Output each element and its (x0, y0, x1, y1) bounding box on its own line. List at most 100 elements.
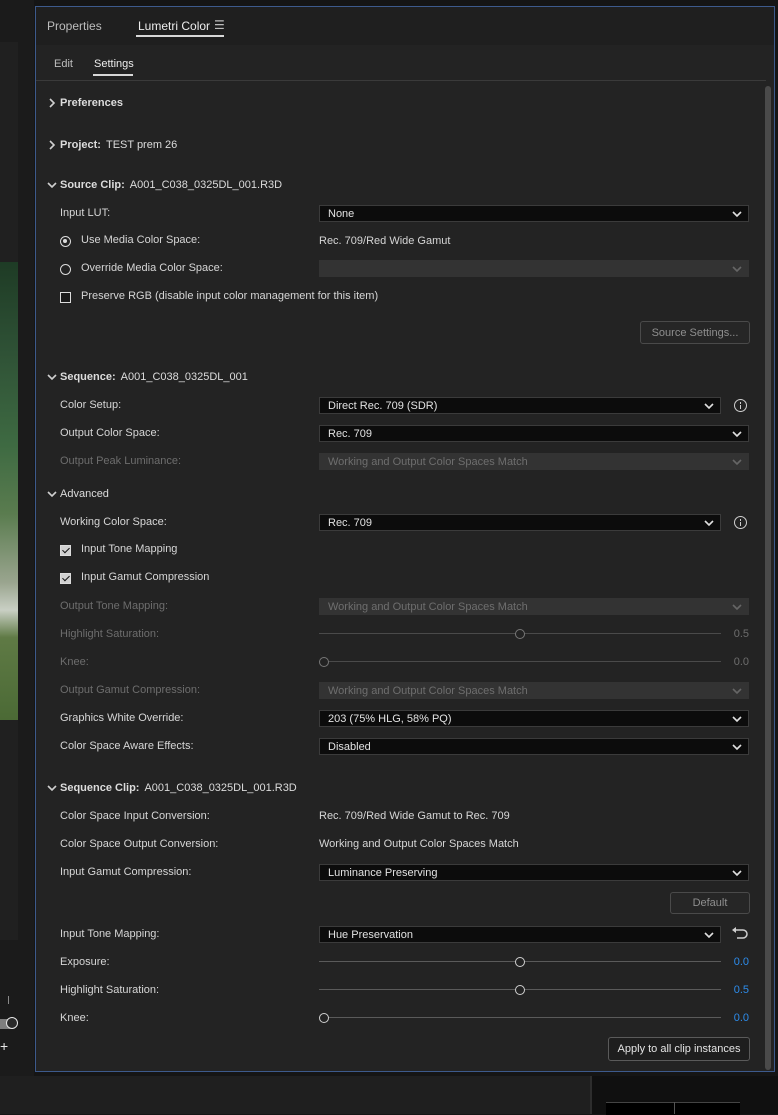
chevron-down-icon (732, 716, 742, 723)
exposure-label: Exposure: (60, 956, 110, 968)
clip-highlight-saturation-slider[interactable] (319, 984, 721, 996)
use-media-color-space-label: Use Media Color Space: (81, 234, 201, 246)
chevron-down-icon (732, 688, 742, 695)
chevron-down-icon (732, 744, 742, 751)
slider-track (319, 661, 721, 662)
adv-knee-label: Knee: (60, 656, 89, 668)
color-space-output-conversion-label: Color Space Output Conversion: (60, 838, 219, 850)
clip-input-gamut-compression-dropdown[interactable]: Luminance Preserving (319, 864, 749, 881)
subtab-settings[interactable]: Settings (94, 58, 134, 70)
dropdown-value: Rec. 709 (328, 516, 373, 529)
dropdown-value: Rec. 709 (328, 427, 373, 440)
adv-highlight-saturation-label: Highlight Saturation: (60, 628, 160, 640)
clip-input-tone-mapping-label: Input Tone Mapping: (60, 928, 160, 940)
input-lut-label: Input LUT: (60, 207, 111, 219)
section-source-clip[interactable]: Source Clip: A001_C038_0325DL_001.R3D (46, 179, 282, 191)
input-tone-mapping-checkbox[interactable] (60, 545, 71, 556)
chevron-down-icon (704, 520, 714, 527)
apply-to-all-clip-instances-button[interactable]: Apply to all clip instances (608, 1037, 750, 1061)
use-media-color-space-radio[interactable] (60, 236, 71, 247)
chevron-down-icon (732, 870, 742, 877)
exposure-slider[interactable] (319, 956, 721, 968)
slider-handle[interactable] (319, 657, 329, 667)
slider-handle[interactable] (515, 629, 525, 639)
graphics-white-override-label: Graphics White Override: (60, 712, 184, 724)
dropdown-value: Hue Preservation (328, 928, 413, 941)
color-setup-label: Color Setup: (60, 399, 122, 411)
output-color-space-dropdown[interactable]: Rec. 709 (319, 425, 749, 442)
dropdown-value: Luminance Preserving (328, 866, 438, 879)
override-color-space-dropdown[interactable] (319, 260, 749, 277)
section-title: Sequence Clip: (60, 782, 140, 794)
output-peak-luminance-label: Output Peak Luminance: (60, 455, 182, 467)
color-setup-dropdown[interactable]: Direct Rec. 709 (SDR) (319, 397, 721, 414)
clip-input-tone-mapping-dropdown[interactable]: Hue Preservation (319, 926, 721, 943)
section-preferences[interactable]: Preferences (46, 97, 123, 109)
adv-knee-value[interactable]: 0.0 (709, 656, 749, 668)
hamburger-menu-icon[interactable]: ☰ (214, 18, 225, 32)
sequence-name: A001_C038_0325DL_001 (120, 371, 248, 383)
color-space-aware-effects-dropdown[interactable]: Disabled (319, 738, 749, 755)
color-setup-info-icon[interactable] (734, 399, 747, 412)
subtab-edit[interactable]: Edit (54, 58, 73, 70)
section-title: Source Clip: (60, 179, 125, 191)
reset-icon[interactable] (731, 926, 749, 940)
input-gamut-compression-label: Input Gamut Compression (81, 571, 210, 583)
dropdown-value: Working and Output Color Spaces Match (328, 455, 528, 468)
chevron-down-icon (704, 932, 714, 939)
project-name: TEST prem 26 (105, 139, 178, 151)
color-space-output-conversion-value: Working and Output Color Spaces Match (319, 838, 519, 850)
dropdown-value: 203 (75% HLG, 58% PQ) (328, 712, 452, 725)
chevron-down-icon (47, 785, 57, 792)
slider-track (319, 1017, 721, 1018)
tab-lumetri-color[interactable]: Lumetri Color (138, 19, 210, 33)
monitor-background-lower (0, 720, 18, 940)
clip-knee-slider[interactable] (319, 1012, 721, 1024)
chevron-down-icon (732, 604, 742, 611)
dropdown-value: None (328, 207, 355, 220)
override-media-color-space-radio[interactable] (60, 264, 71, 275)
audio-meter-divider (674, 1102, 675, 1114)
working-color-space-info-icon[interactable] (734, 516, 747, 529)
chevron-down-icon (732, 211, 742, 218)
clip-knee-value[interactable]: 0.0 (709, 1012, 749, 1024)
add-icon[interactable]: + (0, 1039, 8, 1053)
section-title: Advanced (60, 488, 109, 500)
preserve-rgb-checkbox[interactable] (60, 292, 71, 303)
section-sequence-clip[interactable]: Sequence Clip: A001_C038_0325DL_001.R3D (46, 782, 297, 794)
slider-handle[interactable] (515, 985, 525, 995)
zoom-scroll-handle[interactable] (6, 1017, 18, 1029)
slider-handle[interactable] (515, 957, 525, 967)
working-color-space-dropdown[interactable]: Rec. 709 (319, 514, 721, 531)
media-color-space-value: Rec. 709/Red Wide Gamut (319, 235, 451, 247)
output-tone-mapping-dropdown[interactable]: Working and Output Color Spaces Match (319, 598, 749, 615)
dropdown-value: Direct Rec. 709 (SDR) (328, 399, 438, 412)
source-settings-button[interactable]: Source Settings... (640, 321, 750, 344)
adv-highlight-saturation-value[interactable]: 0.5 (709, 628, 749, 640)
adv-knee-slider[interactable] (319, 656, 721, 668)
output-color-space-label: Output Color Space: (60, 427, 160, 439)
tab-properties[interactable]: Properties (47, 19, 102, 33)
input-lut-dropdown[interactable]: None (319, 205, 749, 222)
output-gamut-compression-dropdown[interactable]: Working and Output Color Spaces Match (319, 682, 749, 699)
section-title: Preferences (60, 97, 123, 109)
graphics-white-override-dropdown[interactable]: 203 (75% HLG, 58% PQ) (319, 710, 749, 727)
chevron-down-icon (704, 403, 714, 410)
clip-highlight-saturation-value[interactable]: 0.5 (709, 984, 749, 996)
section-sequence[interactable]: Sequence: A001_C038_0325DL_001 (46, 371, 248, 383)
default-button[interactable]: Default (670, 892, 750, 914)
section-advanced[interactable]: Advanced (46, 488, 109, 500)
chevron-down-icon (47, 374, 57, 381)
exposure-value[interactable]: 0.0 (709, 956, 749, 968)
preserve-rgb-label: Preserve RGB (disable input color manage… (81, 290, 379, 302)
input-gamut-compression-checkbox[interactable] (60, 573, 71, 584)
slider-handle[interactable] (319, 1013, 329, 1023)
panel-scrollbar[interactable] (765, 86, 771, 1070)
chevron-down-icon (732, 266, 742, 273)
dropdown-value: Working and Output Color Spaces Match (328, 600, 528, 613)
clip-highlight-saturation-label: Highlight Saturation: (60, 984, 160, 996)
adv-highlight-saturation-slider[interactable] (319, 628, 721, 640)
section-project[interactable]: Project: TEST prem 26 (46, 139, 177, 151)
clip-input-gamut-compression-label: Input Gamut Compression: (60, 866, 192, 878)
output-peak-luminance-dropdown[interactable]: Working and Output Color Spaces Match (319, 453, 749, 470)
